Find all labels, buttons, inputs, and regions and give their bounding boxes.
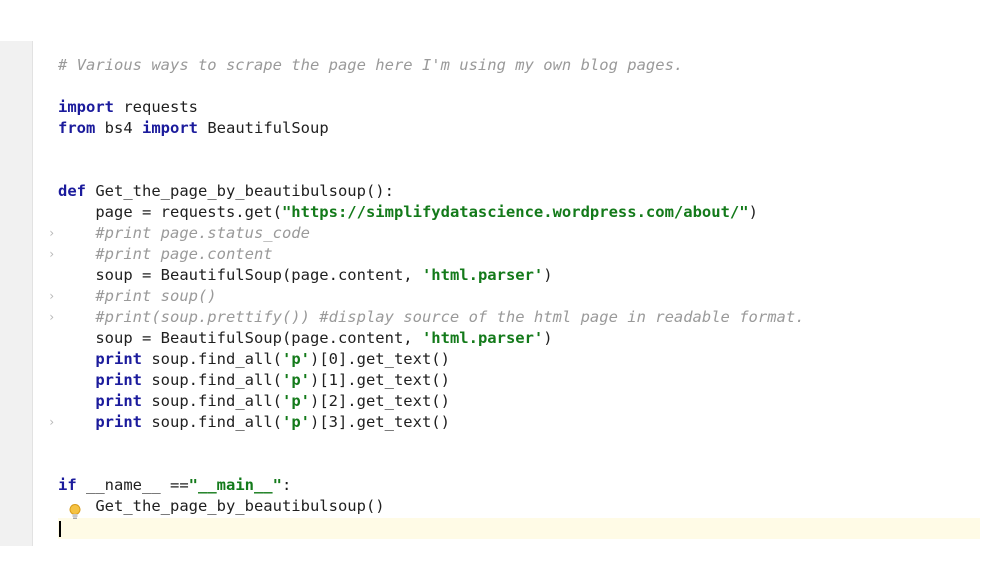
string-token: 'html.parser' — [421, 266, 544, 284]
code-line[interactable]: #print page.status_code — [58, 223, 310, 244]
keyword-token: print — [95, 350, 142, 368]
code-token: : — [281, 476, 292, 494]
code-token: __name__ == — [76, 476, 189, 494]
code-line[interactable]: #print(soup.prettify()) #display source … — [58, 307, 805, 328]
code-token: soup.find_all( — [142, 392, 282, 410]
code-line[interactable]: soup = BeautifulSoup(page.content, 'html… — [58, 328, 553, 349]
code-line[interactable]: Get_the_page_by_beautibulsoup() — [58, 496, 385, 517]
string-token: 'html.parser' — [421, 329, 544, 347]
code-token: Get_the_page_by_beautibulsoup() — [58, 497, 385, 515]
code-token: soup.find_all( — [142, 413, 282, 431]
string-token: "__main__" — [188, 476, 282, 494]
code-token: )[1].get_text() — [309, 371, 450, 389]
code-line[interactable]: print soup.find_all('p')[2].get_text() — [58, 391, 450, 412]
string-token: 'p' — [281, 413, 310, 431]
keyword-token: from — [58, 119, 96, 137]
code-token: soup.find_all( — [142, 371, 282, 389]
text-caret — [59, 521, 61, 537]
code-token: ) — [543, 329, 553, 347]
code-token: ) — [748, 203, 758, 221]
code-line[interactable]: #print soup() — [58, 286, 217, 307]
code-token: BeautifulSoup — [198, 119, 329, 137]
code-token: page = requests.get( — [58, 203, 282, 221]
keyword-token: import — [58, 98, 114, 116]
code-token: Get_the_page_by_beautibulsoup(): — [86, 182, 394, 200]
code-line[interactable]: print soup.find_all('p')[0].get_text() — [58, 349, 450, 370]
fold-marker-icon[interactable]: › — [48, 223, 56, 244]
code-token: soup = BeautifulSoup(page.content, — [58, 329, 422, 347]
code-token: )[0].get_text() — [309, 350, 450, 368]
fold-marker-icon[interactable]: › — [48, 307, 56, 328]
comment-token: #print(soup.prettify()) #display source … — [58, 308, 805, 326]
code-line[interactable]: soup = BeautifulSoup(page.content, 'html… — [58, 265, 553, 286]
current-line-highlight — [58, 518, 980, 539]
code-token: )[3].get_text() — [309, 413, 450, 431]
editor-gutter[interactable] — [0, 41, 33, 546]
code-token: soup = BeautifulSoup(page.content, — [58, 266, 422, 284]
code-token: bs4 — [95, 119, 142, 137]
code-token: ) — [543, 266, 553, 284]
code-line[interactable]: import requests — [58, 97, 198, 118]
fold-marker-icon[interactable]: › — [48, 244, 56, 265]
string-token: 'p' — [281, 392, 310, 410]
comment-token: #print soup() — [58, 287, 217, 305]
code-token: requests — [114, 98, 198, 116]
code-line[interactable]: if __name__ =="__main__": — [58, 475, 291, 496]
keyword-token: print — [95, 371, 142, 389]
code-token: soup.find_all( — [142, 350, 282, 368]
comment-token: #print page.status_code — [58, 224, 310, 242]
code-line[interactable]: page = requests.get("https://simplifydat… — [58, 202, 758, 223]
code-line[interactable]: from bs4 import BeautifulSoup — [58, 118, 329, 139]
keyword-token: print — [95, 413, 142, 431]
code-line[interactable]: print soup.find_all('p')[1].get_text() — [58, 370, 450, 391]
code-line[interactable]: # Various ways to scrape the page here I… — [58, 55, 683, 76]
comment-token: # Various ways to scrape the page here I… — [58, 56, 684, 74]
code-line[interactable]: #print page.content — [58, 244, 273, 265]
code-editor[interactable]: › › › › › # Various ways to scrape the page … — [0, 41, 1000, 546]
keyword-token: import — [142, 119, 198, 137]
code-token: )[2].get_text() — [309, 392, 450, 410]
keyword-token: if — [58, 476, 77, 494]
fold-marker-icon[interactable]: › — [48, 286, 56, 307]
fold-marker-icon[interactable]: › — [48, 412, 56, 433]
code-line[interactable]: print soup.find_all('p')[3].get_text() — [58, 412, 450, 433]
keyword-token: def — [58, 182, 86, 200]
string-token: 'p' — [281, 350, 310, 368]
lightbulb-icon[interactable] — [68, 503, 82, 521]
string-token: "https://simplifydatascience.wordpress.c… — [281, 203, 749, 221]
code-line[interactable]: def Get_the_page_by_beautibulsoup(): — [58, 181, 394, 202]
comment-token: #print page.content — [58, 245, 273, 263]
keyword-token: print — [95, 392, 142, 410]
string-token: 'p' — [281, 371, 310, 389]
